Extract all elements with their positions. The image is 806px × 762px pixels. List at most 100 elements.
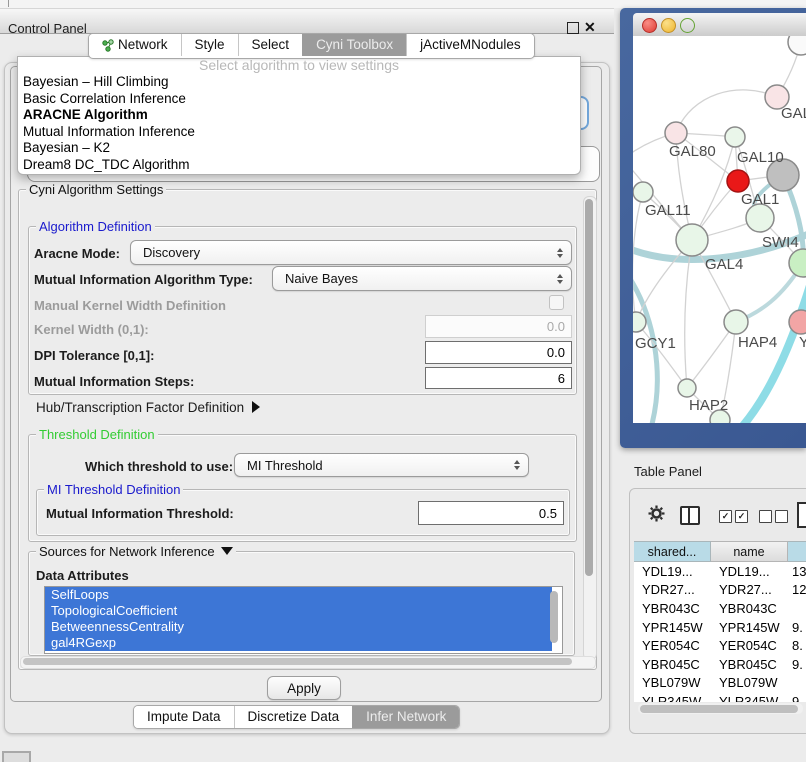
network-node[interactable]	[788, 36, 806, 55]
deselect-all-checkboxes-icon[interactable]	[759, 510, 788, 523]
close-icon[interactable]: ✕	[584, 19, 596, 36]
settings-horizontal-scrollbar[interactable]	[20, 656, 596, 669]
table-row[interactable]: YBR043CYBR043C	[634, 599, 806, 618]
algorithm-dropdown-placeholder: Select algorithm to view settings	[18, 57, 580, 74]
table-row[interactable]: YDR27...YDR27...12	[634, 581, 806, 600]
tab-select[interactable]: Select	[238, 34, 303, 56]
tab-infer-network[interactable]: Infer Network	[352, 706, 459, 728]
manual-kernel-checkbox[interactable]	[549, 295, 564, 310]
attributes-scrollbar-thumb[interactable]	[550, 591, 558, 643]
tab-label: Impute Data	[147, 706, 221, 728]
mi-threshold-field[interactable]: 0.5	[418, 501, 564, 525]
tab-discretize-data[interactable]: Discretize Data	[234, 706, 353, 728]
settings-vertical-scrollbar-thumb[interactable]	[585, 199, 593, 576]
network-window-titlebar[interactable]	[633, 13, 806, 37]
column-header-name[interactable]: name	[711, 541, 788, 562]
mi-threshold-legend: MI Threshold Definition	[44, 482, 183, 497]
network-node-hap4[interactable]	[724, 310, 748, 334]
network-node-gal1[interactable]	[746, 204, 774, 232]
network-node[interactable]	[727, 170, 749, 192]
kernel-width-field: 0.0	[425, 315, 572, 338]
top-strip-divider	[8, 0, 9, 7]
mi-steps-field[interactable]: 6	[425, 367, 572, 389]
tab-label: Infer Network	[366, 706, 446, 728]
minimize-traffic-light-icon[interactable]	[661, 18, 676, 33]
algorithm-menu-item[interactable]: ARACNE Algorithm	[18, 107, 580, 124]
network-node-swi4[interactable]	[789, 249, 806, 277]
network-node-gal80[interactable]	[665, 122, 687, 144]
network-node-gcy1[interactable]	[633, 312, 646, 332]
tab-jactivemnodules[interactable]: jActiveMNodules	[406, 34, 534, 56]
table-cell: 9.	[788, 657, 806, 672]
table-horizontal-scrollbar[interactable]	[638, 703, 803, 714]
table-row[interactable]: YPR145WYPR145W9.	[634, 618, 806, 637]
table-cell: YPR145W	[711, 620, 788, 635]
algorithm-menu-item[interactable]: Mutual Information Inference	[18, 124, 580, 141]
network-node-gal4[interactable]	[676, 224, 708, 256]
hub-section-toggle[interactable]: Hub/Transcription Factor Definition	[36, 400, 260, 415]
dpi-tolerance-field[interactable]: 0.0	[425, 341, 572, 364]
select-all-checkboxes-icon[interactable]: ✓✓	[719, 510, 748, 523]
table-cell: YER054C	[634, 638, 711, 653]
stepper-icon	[557, 274, 563, 284]
table-cell: YDL19...	[711, 564, 788, 579]
tab-style[interactable]: Style	[181, 34, 238, 56]
algorithm-dropdown-list: Select algorithm to view settings Bayesi…	[17, 56, 581, 175]
settings-horizontal-scrollbar-thumb[interactable]	[23, 658, 572, 665]
network-node-gal10[interactable]	[725, 127, 745, 147]
algorithm-menu-item[interactable]: Basic Correlation Inference	[18, 91, 580, 108]
table-row[interactable]: YER054CYER054C8.	[634, 636, 806, 655]
manual-kernel-label: Manual Kernel Width Definition	[34, 298, 226, 313]
new-table-icon[interactable]	[797, 502, 806, 528]
bottom-left-widget[interactable]	[2, 751, 31, 762]
gear-icon[interactable]	[648, 505, 665, 527]
network-canvas[interactable]: GALGAL80GAL10GAL1GAL11GAL4SWI4GCY1HAP4YH…	[633, 36, 806, 423]
node-label-gal11: GAL11	[645, 202, 691, 219]
table-cell: YBL079W	[634, 675, 711, 690]
tab-cyni-toolbox[interactable]: Cyni Toolbox	[302, 34, 406, 56]
node-label-gal10: GAL10	[737, 149, 784, 166]
mi-algorithm-type-combo[interactable]: Naive Bayes	[272, 266, 572, 291]
close-traffic-light-icon[interactable]	[642, 18, 657, 33]
table-cell: YBR043C	[711, 601, 788, 616]
mi-threshold-label: Mutual Information Threshold:	[46, 506, 234, 521]
column-header-third[interactable]	[788, 541, 806, 562]
table-row[interactable]: YBR045CYBR045C9.	[634, 655, 806, 674]
tab-label: jActiveMNodules	[420, 34, 521, 56]
apply-button[interactable]: Apply	[267, 676, 341, 700]
algorithm-menu-item[interactable]: Dream8 DC_TDC Algorithm	[18, 157, 580, 174]
mi-threshold-value: 0.5	[539, 506, 557, 521]
table-row[interactable]: YLR345WYLR345W9.	[634, 692, 806, 702]
table-row[interactable]: YDL19...YDL19...13	[634, 562, 806, 581]
aracne-mode-label: Aracne Mode:	[34, 246, 120, 261]
control-panel-titlebar: Control Panel ✕	[0, 8, 614, 34]
settings-vertical-scrollbar[interactable]	[583, 196, 597, 660]
network-node-y[interactable]	[789, 310, 806, 334]
data-attribute-item[interactable]: TopologicalCoefficient	[45, 603, 552, 619]
algorithm-menu-item[interactable]: Bayesian – Hill Climbing	[18, 74, 580, 91]
columns-icon[interactable]	[680, 506, 700, 525]
dpi-tolerance-label: DPI Tolerance [0,1]:	[34, 348, 154, 363]
table-horizontal-scrollbar-thumb[interactable]	[640, 705, 798, 713]
sources-legend[interactable]: Sources for Network Inference	[36, 544, 236, 559]
algorithm-menu-item[interactable]: Bayesian – K2	[18, 140, 580, 157]
which-threshold-value: MI Threshold	[247, 458, 323, 473]
tab-impute-data[interactable]: Impute Data	[134, 706, 234, 728]
application-window: Control Panel ✕ gal-filtered.sif default…	[0, 0, 806, 762]
float-window-icon[interactable]	[567, 22, 579, 34]
zoom-traffic-light-icon[interactable]	[680, 18, 695, 33]
data-attribute-item[interactable]: BetweennessCentrality	[45, 619, 552, 635]
table-row[interactable]: YBL079WYBL079W	[634, 674, 806, 693]
network-node-gal11[interactable]	[633, 182, 653, 202]
data-attribute-item[interactable]: SelfLoops	[45, 587, 552, 603]
column-header-shared[interactable]: shared...	[634, 541, 711, 562]
which-threshold-combo[interactable]: MI Threshold	[234, 453, 529, 477]
tab-network[interactable]: Network	[89, 34, 181, 56]
data-attribute-item[interactable]: gal4RGexp	[45, 635, 552, 651]
aracne-mode-combo[interactable]: Discovery	[130, 240, 572, 265]
data-attributes-list[interactable]: SelfLoopsTopologicalCoefficientBetweenne…	[44, 586, 563, 654]
top-strip	[0, 0, 806, 8]
network-node-hap2[interactable]	[678, 379, 696, 397]
table-cell: 8.	[788, 638, 806, 653]
table-body[interactable]: YDL19...YDL19...13YDR27...YDR27...12YBR0…	[634, 562, 806, 702]
